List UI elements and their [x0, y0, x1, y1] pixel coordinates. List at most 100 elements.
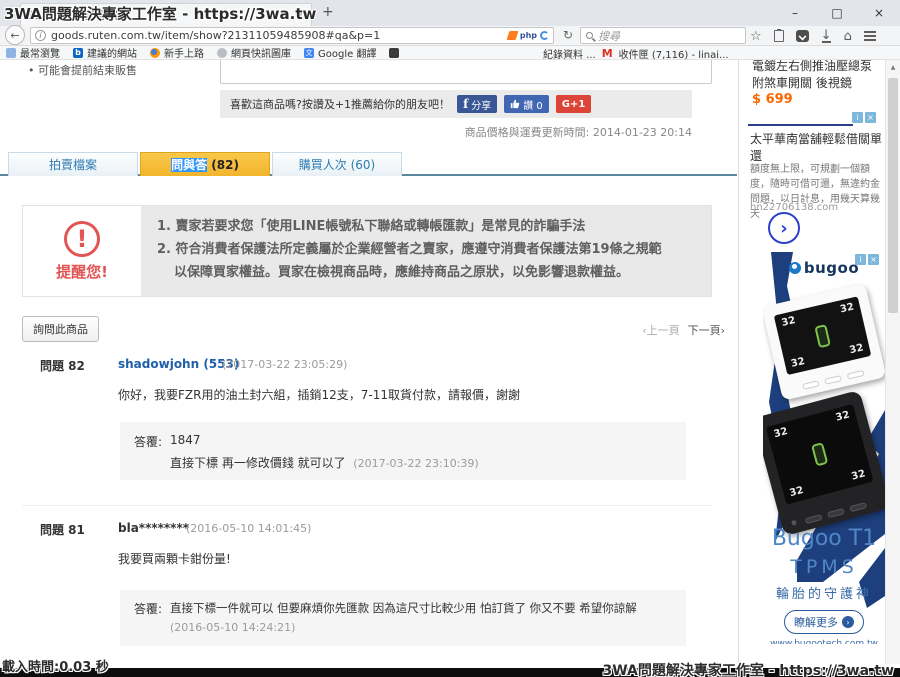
tpms-screen: 32 32 32 32: [766, 404, 874, 505]
reload-button[interactable]: ↻: [560, 27, 576, 43]
window-close-button[interactable]: ×: [858, 0, 900, 26]
reading-list-icon[interactable]: [774, 30, 784, 42]
bookmark-google-translate[interactable]: 文Google 翻譯: [304, 45, 376, 60]
globe-icon: [217, 48, 227, 58]
bookmark-web-slices[interactable]: 網頁快訊圖庫: [217, 45, 291, 60]
bugoo-tagline: 輪胎的守護神: [763, 583, 885, 602]
answer-box: 答覆: 1847 直接下標 再一修改價錢 就可以了 (2017-03-22 23…: [120, 422, 686, 480]
php-logo-icon[interactable]: [506, 31, 518, 40]
adchoices-close-icon[interactable]: ×: [868, 254, 879, 265]
answer-line-1: 1847: [170, 433, 201, 447]
window-minimize-button[interactable]: –: [774, 0, 816, 26]
browser-navbar: ← i goods.ruten.com.tw/item/show?2131105…: [0, 26, 900, 46]
sidebar-ad-product-price: $ 699: [752, 92, 793, 107]
watermark-top: 3WA問題解決專家工作室 - https://3wa.tw: [4, 3, 316, 24]
adchoices-close-icon[interactable]: ×: [865, 112, 876, 123]
bookmark-getting-started[interactable]: 新手上路: [150, 45, 204, 60]
load-time-text: 載入時間:0.03 秒: [2, 656, 109, 675]
google-plus-one-button[interactable]: G+1: [556, 95, 592, 113]
warning-line-2: 2. 符合消費者保護法所定義屬於企業經營者之賣家，應遵守消費者保護法第19條之規…: [157, 239, 695, 262]
tab-qa-selected-text: 問與答: [171, 158, 207, 172]
back-button[interactable]: ←: [5, 25, 25, 45]
gmail-icon: M: [602, 47, 613, 60]
bugoo-tpms-text: TPMS: [763, 556, 885, 578]
watermark-bottom: 3WA問題解決專家工作室 - https://3wa.tw: [602, 660, 894, 677]
adchoices-info-icon[interactable]: i: [855, 254, 866, 265]
social-like-bar: 喜歡這商品嗎?按讚及+1推薦給你的朋友吧！ f分享 讚 0 G+1: [220, 90, 692, 118]
question-number: 問題 82: [40, 357, 85, 374]
page-actions: php: [508, 31, 549, 40]
scrollbar-thumb[interactable]: [888, 78, 898, 313]
question-user: bla********: [118, 521, 189, 535]
car-outline-icon: [814, 324, 831, 348]
sidebar-ad-product-title[interactable]: 電鍍左右側推油壓總泵附煞車開關 後視鏡: [752, 58, 880, 93]
facebook-share-button[interactable]: f分享: [457, 95, 497, 113]
new-tab-button[interactable]: +: [322, 4, 334, 20]
answer-line-2: 直接下標 再一修改價錢 就可以了 (2017-03-22 23:10:39): [170, 454, 479, 471]
bookmarks-right-group: 紀錄資料 ... M 收件匣 (7,116) - linai...: [543, 46, 729, 60]
bugoo-display-ad[interactable]: i × bugoo 32 32 32 32 32 32 32 32: [763, 252, 885, 644]
site-info-icon[interactable]: i: [35, 30, 46, 41]
learn-more-button[interactable]: 瞭解更多›: [784, 610, 864, 634]
dark-favicon-icon: [389, 48, 399, 58]
answer-box: 答覆: 直接下標一件就可以 但要麻煩你先匯款 因為這尺寸比較少用 怕訂貨了 你又…: [120, 590, 686, 646]
adchoices-info-icon[interactable]: i: [852, 112, 863, 123]
warning-title: 提醒您!: [56, 261, 108, 282]
facebook-like-button[interactable]: 讚 0: [504, 95, 549, 113]
bugoo-brand-text: bugoo: [804, 259, 859, 277]
bookmark-suggested-sites[interactable]: b建議的網站: [73, 45, 137, 60]
page-scrollbar[interactable]: ▲: [885, 60, 900, 664]
download-bar-icon: [822, 41, 831, 43]
facebook-icon: f: [463, 97, 468, 111]
bugoo-url: www.bugootech.com.tw: [763, 639, 885, 644]
pocket-icon[interactable]: [796, 30, 809, 42]
most-visited-icon: [6, 48, 16, 58]
car-outline-icon: [811, 442, 828, 466]
adchoices-controls: i ×: [852, 112, 876, 123]
cta-arrow-icon: ›: [842, 616, 854, 628]
window-maximize-button[interactable]: □: [816, 0, 858, 26]
bookmark-history[interactable]: 紀錄資料 ...: [543, 46, 596, 61]
tab-buyers[interactable]: 購買人次 (60): [272, 152, 402, 176]
search-icon: [586, 32, 593, 39]
adchoices-controls: i ×: [855, 254, 879, 265]
text-ad-arrow-button[interactable]: ›: [768, 212, 800, 244]
scrollbar-up-icon[interactable]: ▲: [886, 64, 900, 71]
downloads-button[interactable]: ↓: [821, 29, 832, 43]
firefox-icon: [150, 48, 160, 58]
pagination: ‹上一頁下一頁›: [22, 322, 725, 338]
question-timestamp: (2017-03-22 23:05:29): [222, 358, 347, 371]
menu-icon[interactable]: [864, 31, 876, 41]
url-bar[interactable]: i goods.ruten.com.tw/item/show?213110594…: [30, 27, 554, 44]
bookmark-dark-favicon[interactable]: [389, 48, 399, 58]
text-ad-body: 額度無上限，可規劃一個額度，隨時可借可還，無違約金問題，以日計息，用幾天算幾天: [750, 162, 883, 222]
search-input[interactable]: 搜尋: [580, 27, 746, 44]
tpms-screen: 32 32 32 32: [774, 296, 872, 375]
window-controls: – □ ×: [774, 0, 900, 26]
reload-icon: ↻: [563, 28, 573, 42]
next-page-link[interactable]: 下一頁›: [688, 324, 725, 337]
back-icon: ←: [10, 29, 19, 42]
php-label: php: [520, 31, 537, 40]
translate-icon: 文: [304, 48, 314, 58]
bugoo-product-name: Bugoo T1: [763, 526, 885, 551]
bookmark-gmail-inbox[interactable]: 收件匣 (7,116) - linai...: [619, 46, 729, 61]
text-ad-title[interactable]: 太平華南當舖輕鬆借關單還: [750, 131, 882, 165]
firefox-window: 3WA問題解決專家工... × + – □ × ← i goods.ruten.…: [0, 0, 900, 677]
warning-line-1: 1. 賣家若要求您「使用LINE帳號私下聯絡或轉帳匯款」是常見的詐騙手法: [157, 216, 695, 239]
text-ad-url: hn22706138.com: [750, 202, 838, 213]
page-action-swirl-icon[interactable]: [540, 31, 549, 40]
bookmark-most-visited[interactable]: 最常瀏覽: [6, 45, 60, 60]
bugoo-eye-icon: [789, 262, 801, 274]
qa-divider: [22, 505, 712, 506]
tab-questions-answers[interactable]: 問與答 (82): [140, 152, 270, 176]
exclamation-icon: !: [64, 221, 100, 257]
question-text: 我要買兩顆卡鉗份量!: [118, 550, 231, 567]
prev-page-link[interactable]: ‹上一頁: [642, 324, 679, 337]
url-text: goods.ruten.com.tw/item/show?21311059485…: [51, 29, 504, 42]
tab-auction-file[interactable]: 拍賣檔案: [8, 152, 138, 176]
bookmark-star-icon[interactable]: ☆: [750, 30, 762, 43]
question-text: 你好，我要FZR用的油土封六組，插銷12支，7-11取貨付款，請報價，謝謝: [118, 386, 520, 403]
home-icon[interactable]: ⌂: [844, 30, 852, 43]
like-bar-text: 喜歡這商品嗎?按讚及+1推薦給你的朋友吧！: [230, 96, 450, 112]
